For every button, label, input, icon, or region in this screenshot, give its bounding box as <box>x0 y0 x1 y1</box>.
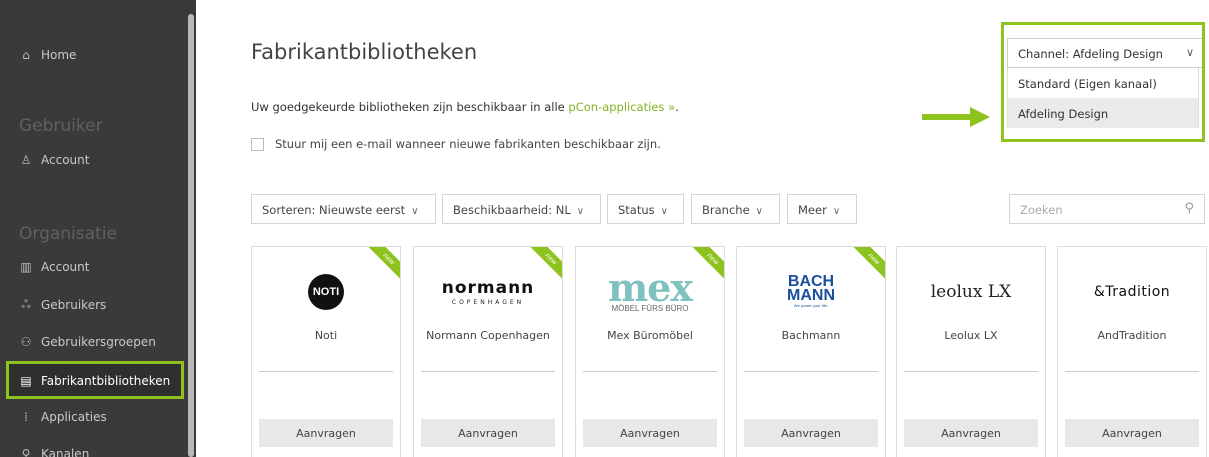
sort-filter[interactable]: Sorteren: Nieuwste eerst ∨ <box>251 194 436 224</box>
request-button[interactable]: Aanvragen <box>421 419 555 447</box>
sidebar-item-label: Home <box>41 48 77 62</box>
sidebar-item-label: Gebruikersgroepen <box>41 335 156 349</box>
users-icon: ஃ <box>21 297 31 311</box>
sidebar-item-account[interactable]: ♙ Account <box>19 153 90 167</box>
card-name: Bachmann <box>781 329 841 342</box>
filter-label: Meer <box>798 203 827 217</box>
filter-label: Beschikbaarheid: NL <box>453 203 571 217</box>
notify-option[interactable]: Stuur mij een e-mail wanneer nieuwe fabr… <box>251 137 661 151</box>
pcon-applications-link[interactable]: pCon-applicaties » <box>568 100 675 114</box>
arrow-right-icon <box>922 107 990 127</box>
request-button[interactable]: Aanvragen <box>259 419 393 447</box>
card-divider <box>583 371 717 372</box>
building-icon: ▥ <box>20 260 32 274</box>
request-button[interactable]: Aanvragen <box>744 419 878 447</box>
sidebar: ⌂ Home Gebruiker ♙ Account Organisatie ▥… <box>0 0 196 457</box>
manufacturer-card-normann: new normann COPENHAGEN Normann Copenhagen… <box>413 246 563 457</box>
channels-icon: ⚲ <box>21 447 31 457</box>
chevron-down-icon: ∨ <box>755 206 763 217</box>
bachmann-logo: BACH MANN We power your life. <box>787 273 835 309</box>
sidebar-item-label: Applicaties <box>41 410 107 424</box>
normann-logo: normann COPENHAGEN <box>441 278 535 306</box>
sidebar-item-active: ▤ Fabrikantbibliotheken <box>19 374 170 388</box>
page-title: Fabrikantbibliotheken <box>251 40 478 64</box>
description-text: Uw goedgekeurde bibliotheken zijn beschi… <box>251 100 569 114</box>
grid-icon: ⁞ <box>24 410 28 424</box>
library-description: Uw goedgekeurde bibliotheken zijn beschi… <box>251 100 679 114</box>
sidebar-item-channels[interactable]: ⚲ Kanalen <box>19 447 90 457</box>
sidebar-item-user-groups[interactable]: ⚇ Gebruikersgroepen <box>19 335 156 349</box>
chevron-down-icon: ∨ <box>411 206 419 217</box>
card-divider <box>421 371 555 372</box>
sidebar-item-label: Fabrikantbibliotheken <box>41 374 171 388</box>
manufacturer-card-noti: new NOTI Noti Aanvragen <box>251 246 401 457</box>
request-button[interactable]: Aanvragen <box>1065 419 1199 447</box>
user-icon: ♙ <box>20 153 32 167</box>
chevron-down-icon: ∨ <box>576 206 585 217</box>
sidebar-scrollbar[interactable] <box>188 14 194 457</box>
sidebar-item-label: Account <box>41 153 90 167</box>
chevron-down-icon: ∨ <box>832 206 841 217</box>
card-divider <box>904 371 1038 372</box>
sidebar-item-label: Account <box>41 260 90 274</box>
card-divider <box>259 371 393 372</box>
card-name: Noti <box>314 329 338 342</box>
noti-logo: NOTI <box>252 267 400 317</box>
manufacturer-card-leolux: leolux LX Leolux LX Aanvragen <box>896 246 1046 457</box>
filter-label: Sorteren: Nieuwste eerst <box>262 203 406 217</box>
card-divider <box>1065 371 1199 372</box>
sidebar-item-label: Kanalen <box>41 447 90 457</box>
search-placeholder: Zoeken <box>1020 203 1063 217</box>
sidebar-item-home[interactable]: ⌂ Home <box>19 48 76 62</box>
request-button[interactable]: Aanvragen <box>904 419 1038 447</box>
notify-checkbox[interactable] <box>251 137 264 151</box>
manufacturer-card-mex: new mex MÖBEL FÜRS BÜRO Mex Büromöbel Aan… <box>575 246 725 457</box>
card-name: Leolux LX <box>944 329 998 342</box>
sidebar-item-users[interactable]: ஃ Gebruikers <box>19 297 106 313</box>
card-divider <box>744 371 878 372</box>
sidebar-heading-user: Gebruiker <box>19 116 103 136</box>
sidebar-heading-organisation: Organisatie <box>19 224 117 244</box>
book-icon: ▤ <box>20 374 32 388</box>
notify-label: Stuur mij een e-mail wanneer nieuwe fabr… <box>275 137 661 151</box>
branch-filter[interactable]: Branche ∨ <box>691 194 780 224</box>
mex-logo: mex MÖBEL FÜRS BÜRO <box>607 264 693 313</box>
description-suffix: . <box>675 100 679 114</box>
status-filter[interactable]: Status ∨ <box>607 194 684 224</box>
manufacturer-card-andtradition: &Tradition AndTradition Aanvragen <box>1057 246 1207 457</box>
user-groups-icon: ⚇ <box>20 335 32 349</box>
more-filter[interactable]: Meer ∨ <box>787 194 857 224</box>
card-name: Normann Copenhagen <box>426 329 550 342</box>
andtradition-logo: &Tradition <box>1093 284 1171 300</box>
request-button[interactable]: Aanvragen <box>583 419 717 447</box>
channel-highlight-frame <box>1001 22 1205 142</box>
availability-filter[interactable]: Beschikbaarheid: NL ∨ <box>442 194 601 224</box>
sidebar-item-applications[interactable]: ⁞ Applicaties <box>19 410 107 424</box>
sidebar-item-label: Gebruikers <box>41 298 107 312</box>
search-icon: ⚲ <box>1184 201 1194 216</box>
card-name: Mex Büromöbel <box>607 329 693 342</box>
card-name: AndTradition <box>1097 329 1167 342</box>
search-input[interactable]: Zoeken ⚲ <box>1009 194 1205 224</box>
sidebar-item-manufacturer-libraries[interactable]: ▤ Fabrikantbibliotheken <box>6 361 184 399</box>
leolux-logo: leolux LX <box>930 282 1012 302</box>
sidebar-item-org-account[interactable]: ▥ Account <box>19 260 89 274</box>
home-icon: ⌂ <box>22 48 30 62</box>
filter-label: Status <box>618 203 655 217</box>
filter-label: Branche <box>702 203 750 217</box>
manufacturer-card-bachmann: new BACH MANN We power your life. Bachmann… <box>736 246 886 457</box>
chevron-down-icon: ∨ <box>660 206 668 217</box>
